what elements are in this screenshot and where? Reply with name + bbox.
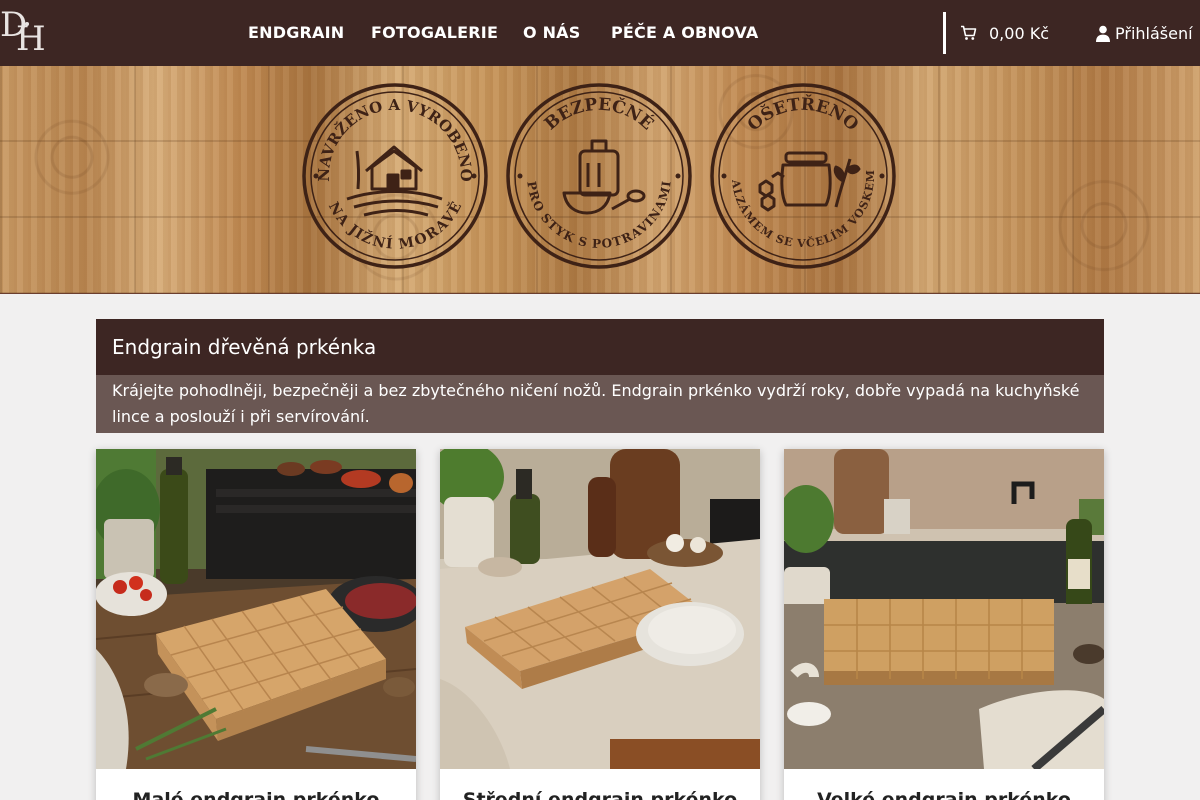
honey-jar-icon bbox=[758, 151, 861, 212]
cart-link[interactable]: 0,00 Kč bbox=[960, 22, 1049, 44]
site-header: D H ENDGRAIN FOTOGALERIE O NÁS PÉČE A OB… bbox=[0, 0, 1200, 66]
badge-made-in-moravia: NAVRŽENO A VYROBENO NA JIŽNÍ MORAVĚ bbox=[302, 83, 488, 269]
board-bowl-spoon-icon bbox=[562, 139, 646, 215]
product-title[interactable]: Velké endgrain prkénko bbox=[784, 789, 1104, 800]
badge-treated-wax: OŠETŘENO BALZÁMEM SE VČELÍM VOSKEM bbox=[710, 81, 896, 269]
user-icon bbox=[1096, 25, 1110, 42]
product-image[interactable] bbox=[96, 449, 416, 769]
house-field-icon bbox=[346, 145, 443, 217]
product-image[interactable] bbox=[440, 449, 760, 769]
nav-item-pece-a-obnova[interactable]: PÉČE A OBNOVA bbox=[611, 22, 759, 44]
logo[interactable]: D H bbox=[0, 8, 56, 58]
nav-item-fotogalerie[interactable]: FOTOGALERIE bbox=[371, 22, 498, 44]
cart-icon bbox=[961, 25, 977, 40]
nav-item-endgrain[interactable]: ENDGRAIN bbox=[248, 22, 344, 44]
product-card-small[interactable]: Malé endgrain prkénko bbox=[96, 449, 416, 800]
badge-2-top-text: BEZPEČNÉ bbox=[541, 95, 658, 135]
hero-banner: NAVRŽENO A VYROBENO NA JIŽNÍ MORAVĚ BEZP… bbox=[0, 66, 1200, 294]
cart-total: 0,00 Kč bbox=[989, 23, 1049, 43]
banner-bottom-line bbox=[0, 293, 1200, 294]
product-card-large[interactable]: Velké endgrain prkénko bbox=[784, 449, 1104, 800]
badge-2-bottom-text: PRO STYK S POTRAVINAMI bbox=[524, 180, 673, 251]
login-link[interactable]: Přihlášení bbox=[1095, 22, 1193, 44]
product-card-medium[interactable]: Střední endgrain prkénko bbox=[440, 449, 760, 800]
logo-letter-h: H bbox=[16, 19, 46, 59]
section-description: Krájejte pohodlněji, bezpečněji a bez zb… bbox=[96, 375, 1104, 433]
header-divider bbox=[943, 12, 946, 54]
login-label: Přihlášení bbox=[1115, 23, 1193, 43]
badge-1-top-text: NAVRŽENO A VYROBENO bbox=[315, 96, 475, 182]
product-title[interactable]: Malé endgrain prkénko bbox=[96, 789, 416, 800]
section-title: Endgrain dřevěná prkénka bbox=[96, 319, 1104, 375]
badge-food-safe: BEZPEČNÉ PRO STYK S POTRAVINAMI bbox=[506, 83, 692, 269]
badge-3-top-text: OŠETŘENO bbox=[744, 94, 862, 136]
product-title[interactable]: Střední endgrain prkénko bbox=[440, 789, 760, 800]
nav-item-o-nas[interactable]: O NÁS bbox=[523, 22, 580, 44]
product-image[interactable] bbox=[784, 449, 1104, 769]
